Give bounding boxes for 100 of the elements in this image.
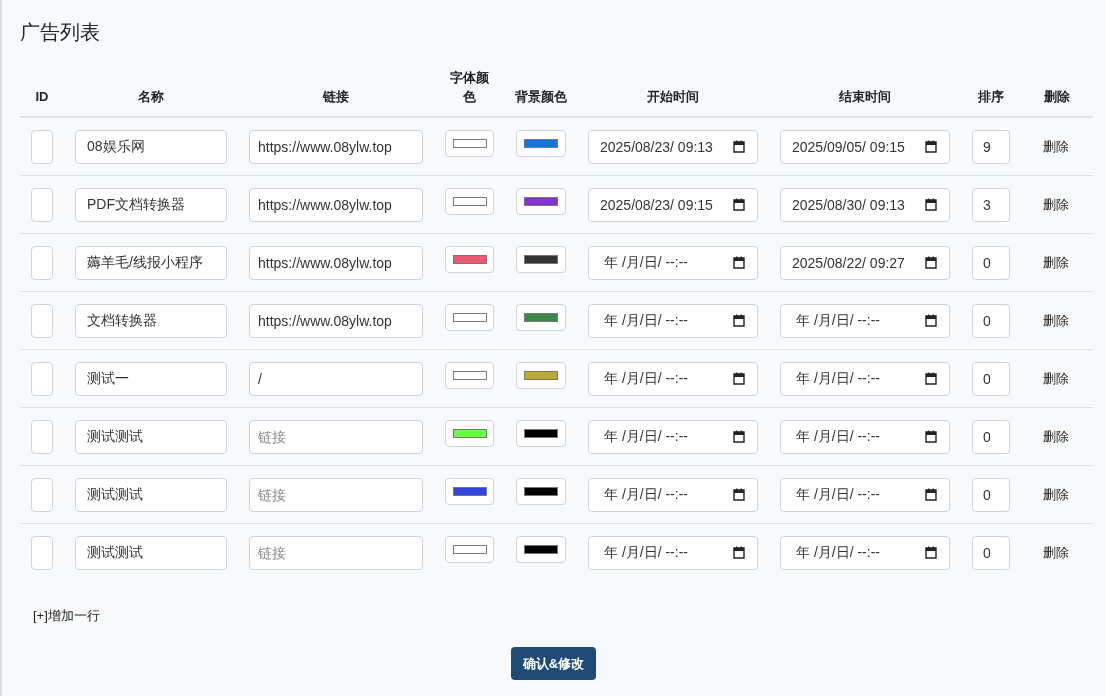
date-placeholder: 年 /月/日/ --:-- xyxy=(603,369,688,388)
background-color-picker[interactable] xyxy=(516,477,566,505)
end-time-field[interactable]: 年 /月/日/ --:-- xyxy=(780,535,950,570)
id-field[interactable] xyxy=(31,419,53,454)
delete-link[interactable]: 删除 xyxy=(1043,543,1069,562)
start-time-field[interactable]: 年 /月/日/ --:-- xyxy=(588,361,758,396)
calendar-icon[interactable] xyxy=(733,314,745,327)
start-time-field[interactable]: 2025/08/23/ 09:15 xyxy=(588,187,758,222)
date-placeholder: 年 /月/日/ --:-- xyxy=(603,485,688,504)
font-color-picker[interactable] xyxy=(445,187,494,215)
link-field[interactable]: 链接 xyxy=(249,535,423,570)
calendar-icon[interactable] xyxy=(925,430,937,443)
delete-link[interactable]: 删除 xyxy=(1043,427,1069,446)
link-field[interactable]: https://www.08ylw.top xyxy=(249,245,423,280)
start-time-field[interactable]: 年 /月/日/ --:-- xyxy=(588,535,758,570)
name-field[interactable]: PDF文档转换器 xyxy=(75,187,227,222)
start-time-field[interactable]: 2025/08/23/ 09:13 xyxy=(588,129,758,164)
font-color-picker[interactable] xyxy=(445,129,494,157)
font-color-picker[interactable] xyxy=(445,419,494,447)
id-field[interactable] xyxy=(31,245,53,280)
name-field[interactable]: 薅羊毛/线报小程序 xyxy=(75,245,227,280)
delete-link[interactable]: 删除 xyxy=(1043,253,1069,272)
start-time-field[interactable]: 年 /月/日/ --:-- xyxy=(588,303,758,338)
delete-link[interactable]: 删除 xyxy=(1043,369,1069,388)
id-field[interactable] xyxy=(31,535,53,570)
end-time-field[interactable]: 年 /月/日/ --:-- xyxy=(780,477,950,512)
date-placeholder: 年 /月/日/ --:-- xyxy=(795,311,880,330)
background-color-picker[interactable] xyxy=(516,535,566,563)
id-field[interactable] xyxy=(31,187,53,222)
background-color-picker[interactable] xyxy=(516,303,566,331)
delete-link[interactable]: 删除 xyxy=(1043,485,1069,504)
order-field[interactable]: 0 xyxy=(972,419,1010,454)
calendar-icon[interactable] xyxy=(733,430,745,443)
calendar-icon[interactable] xyxy=(925,140,937,153)
page-title: 广告列表 xyxy=(20,20,101,45)
order-field[interactable]: 9 xyxy=(972,129,1010,164)
id-field[interactable] xyxy=(31,477,53,512)
date-placeholder: 年 /月/日/ --:-- xyxy=(795,369,880,388)
start-time-header: 开始时间 xyxy=(647,88,699,106)
order-field[interactable]: 3 xyxy=(972,187,1010,222)
calendar-icon[interactable] xyxy=(925,488,937,501)
background-color-picker[interactable] xyxy=(516,187,566,215)
date-placeholder: 年 /月/日/ --:-- xyxy=(795,427,880,446)
calendar-icon[interactable] xyxy=(733,546,745,559)
order-field[interactable]: 0 xyxy=(972,245,1010,280)
end-time-field[interactable]: 年 /月/日/ --:-- xyxy=(780,361,950,396)
start-time-field[interactable]: 年 /月/日/ --:-- xyxy=(588,245,758,280)
calendar-icon[interactable] xyxy=(925,546,937,559)
name-field[interactable]: 测试测试 xyxy=(75,477,227,512)
delete-link[interactable]: 删除 xyxy=(1043,137,1069,156)
name-field[interactable]: 08娱乐网 xyxy=(75,129,227,164)
link-field[interactable]: 链接 xyxy=(249,477,423,512)
background-color-picker[interactable] xyxy=(516,419,566,447)
date-placeholder: 年 /月/日/ --:-- xyxy=(603,543,688,562)
font-color-picker[interactable] xyxy=(445,535,494,563)
link-field[interactable]: / xyxy=(249,361,423,396)
name-field[interactable]: 测试一 xyxy=(75,361,227,396)
font-color-picker[interactable] xyxy=(445,477,494,505)
end-time-field[interactable]: 2025/09/05/ 09:15 xyxy=(780,129,950,164)
calendar-icon[interactable] xyxy=(925,256,937,269)
order-field[interactable]: 0 xyxy=(972,477,1010,512)
order-field[interactable]: 0 xyxy=(972,303,1010,338)
font-color-picker[interactable] xyxy=(445,361,494,389)
id-field[interactable] xyxy=(31,129,53,164)
background-color-picker[interactable] xyxy=(516,245,566,273)
link-field[interactable]: https://www.08ylw.top xyxy=(249,129,423,164)
calendar-icon[interactable] xyxy=(925,198,937,211)
confirm-button[interactable]: 确认&修改 xyxy=(510,647,597,680)
link-field[interactable]: https://www.08ylw.top xyxy=(249,303,423,338)
link-header: 链接 xyxy=(323,88,349,106)
add-row-link[interactable]: [+]增加一行 xyxy=(33,608,100,623)
order-field[interactable]: 0 xyxy=(972,361,1010,396)
start-time-field[interactable]: 年 /月/日/ --:-- xyxy=(588,419,758,454)
name-field[interactable]: 测试测试 xyxy=(75,535,227,570)
delete-link[interactable]: 删除 xyxy=(1043,311,1069,330)
background-color-picker[interactable] xyxy=(516,361,566,389)
end-time-field[interactable]: 年 /月/日/ --:-- xyxy=(780,303,950,338)
start-time-field[interactable]: 年 /月/日/ --:-- xyxy=(588,477,758,512)
name-field[interactable]: 测试测试 xyxy=(75,419,227,454)
id-field[interactable] xyxy=(31,303,53,338)
background-color-picker[interactable] xyxy=(516,129,566,157)
calendar-icon[interactable] xyxy=(733,488,745,501)
calendar-icon[interactable] xyxy=(733,140,745,153)
end-time-field[interactable]: 2025/08/30/ 09:13 xyxy=(780,187,950,222)
calendar-icon[interactable] xyxy=(733,256,745,269)
font-color-picker[interactable] xyxy=(445,303,494,331)
date-placeholder: 年 /月/日/ --:-- xyxy=(795,543,880,562)
calendar-icon[interactable] xyxy=(925,314,937,327)
font-color-picker[interactable] xyxy=(445,245,494,273)
link-field[interactable]: https://www.08ylw.top xyxy=(249,187,423,222)
delete-link[interactable]: 删除 xyxy=(1043,195,1069,214)
calendar-icon[interactable] xyxy=(733,198,745,211)
calendar-icon[interactable] xyxy=(925,372,937,385)
end-time-field[interactable]: 2025/08/22/ 09:27 xyxy=(780,245,950,280)
id-field[interactable] xyxy=(31,361,53,396)
link-field[interactable]: 链接 xyxy=(249,419,423,454)
order-field[interactable]: 0 xyxy=(972,535,1010,570)
calendar-icon[interactable] xyxy=(733,372,745,385)
end-time-field[interactable]: 年 /月/日/ --:-- xyxy=(780,419,950,454)
name-field[interactable]: 文档转换器 xyxy=(75,303,227,338)
